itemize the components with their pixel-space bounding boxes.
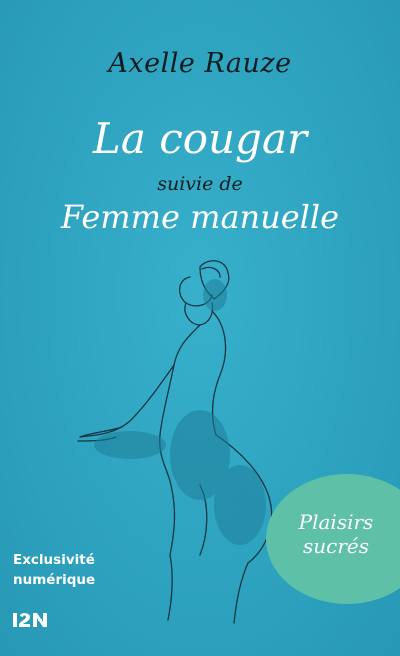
author-name: Axelle Rauze — [108, 48, 292, 79]
exclusive-line-1: Exclusivité — [13, 552, 95, 568]
book-title: La cougar — [92, 114, 308, 163]
digital-exclusive-label: Exclusivité numérique — [13, 550, 95, 590]
exclusive-line-2: numérique — [13, 572, 96, 588]
subtitle-connector: suivie de — [157, 173, 243, 195]
book-cover: Axelle Rauze La cougar suivie de Femme m… — [0, 0, 400, 656]
badge-line-2: sucrés — [302, 534, 369, 558]
publisher-logo-12-21 — [13, 613, 47, 627]
collection-badge-text: Plaisirs sucrés — [276, 510, 396, 558]
badge-line-1: Plaisirs — [298, 510, 374, 534]
book-subtitle: Femme manuelle — [60, 198, 340, 236]
